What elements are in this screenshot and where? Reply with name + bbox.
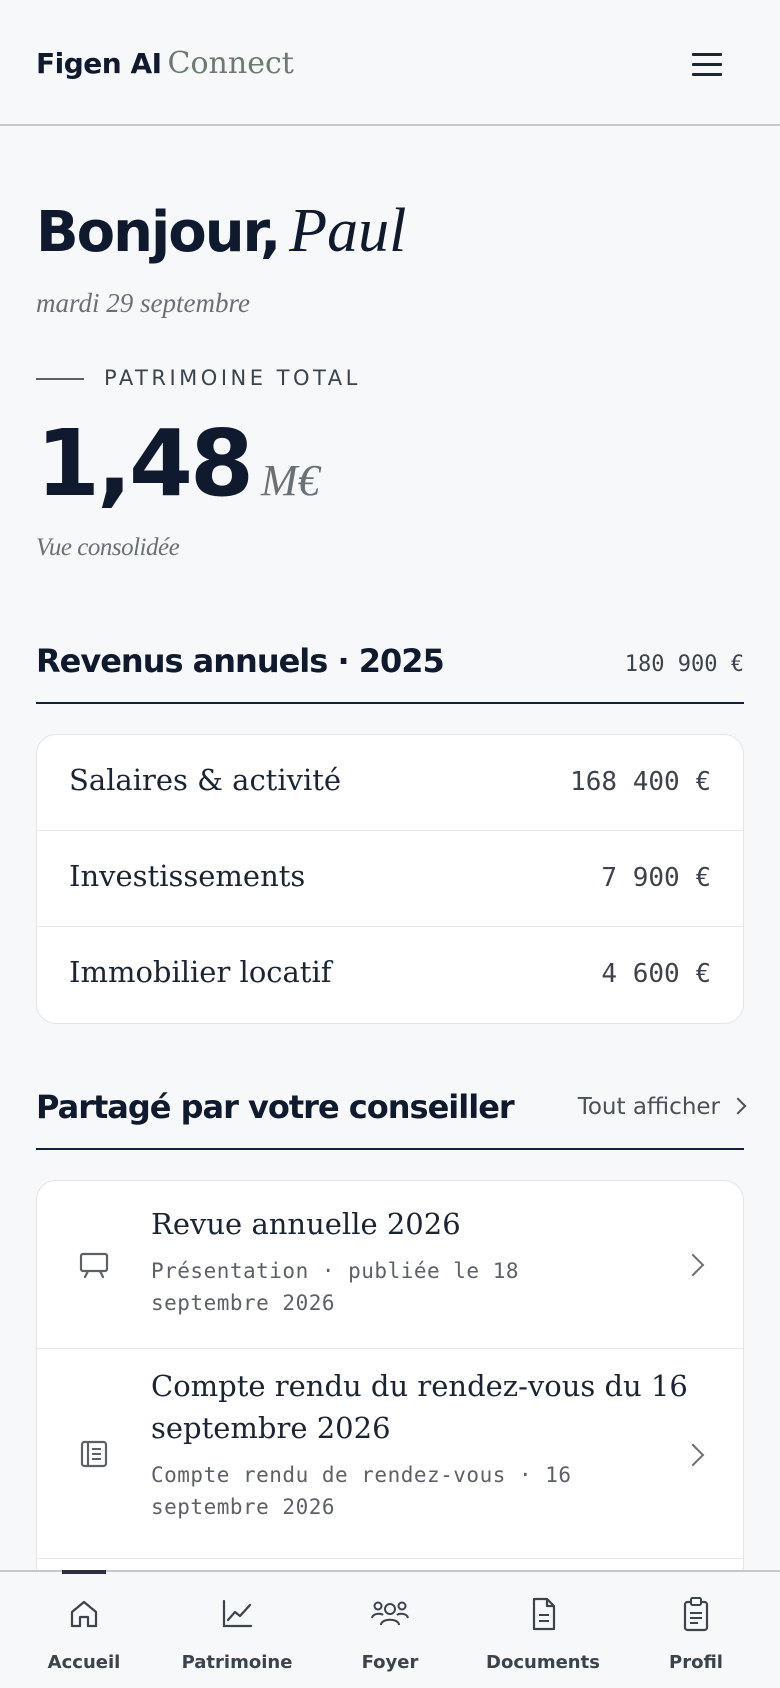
shared-section-title: Partagé par votre conseiller	[36, 1088, 515, 1126]
nav-label: Patrimoine	[181, 1652, 293, 1673]
nav-label: Profil	[669, 1652, 723, 1673]
shared-doc-meta: Compte rendu de rendez-vous · 16 septemb…	[151, 1463, 572, 1519]
income-card: Salaires & activité 168 400 € Investisse…	[36, 734, 744, 1024]
see-all-label: Tout afficher	[577, 1094, 720, 1120]
total-wealth-number: 1,48	[36, 410, 254, 517]
greeting-hello: Bonjour,	[36, 200, 281, 265]
total-wealth-unit: M€	[261, 456, 320, 505]
nav-item-profil[interactable]: Profil	[626, 1572, 766, 1688]
nav-label: Documents	[486, 1652, 600, 1673]
nav-item-patrimoine[interactable]: Patrimoine	[167, 1572, 307, 1688]
total-wealth-subtitle: Vue consolidée	[36, 534, 180, 561]
income-section-title: Revenus annuels · 2025	[36, 642, 445, 680]
chart-line-icon	[222, 1599, 253, 1628]
brand-name: Figen AI	[36, 47, 162, 80]
income-row-rental: Immobilier locatif 4 600 €	[37, 927, 743, 1023]
top-bar: Figen AI Connect	[0, 0, 780, 126]
total-wealth-value: 1,48 M€	[36, 410, 320, 517]
shared-doc-row[interactable]: Revue annuelle 2026 Présentation · publi…	[37, 1181, 743, 1349]
total-wealth-label: PATRIMOINE TOTAL	[104, 366, 361, 390]
see-all-link[interactable]: Tout afficher	[577, 1094, 747, 1120]
shared-doc-title: Revue annuelle 2026	[151, 1207, 461, 1241]
nav-item-accueil[interactable]: Accueil	[14, 1572, 154, 1688]
nav-item-foyer[interactable]: Foyer	[320, 1572, 460, 1688]
shared-doc-row[interactable]: Compte rendu du rendez-vous du 16 septem…	[37, 1349, 743, 1559]
nav-label: Foyer	[361, 1652, 419, 1673]
shared-section-header: Partagé par votre conseiller Tout affich…	[36, 1078, 747, 1150]
chevron-right-icon	[729, 1097, 747, 1115]
divider	[36, 378, 84, 380]
brand-product: Connect	[167, 46, 294, 81]
shared-documents-card: Revue annuelle 2026 Présentation · publi…	[36, 1180, 744, 1600]
income-label: Immobilier locatif	[69, 955, 332, 989]
income-value: 168 400 €	[570, 767, 711, 797]
greeting: Bonjour, Paul	[36, 196, 406, 267]
income-section-header: Revenus annuels · 2025 180 900 €	[36, 632, 744, 704]
income-value: 4 600 €	[601, 959, 711, 989]
brand-logo[interactable]: Figen AI Connect	[36, 44, 294, 84]
report-icon	[80, 1440, 108, 1468]
nav-label: Accueil	[47, 1652, 121, 1673]
document-icon	[532, 1597, 556, 1631]
clipboard-icon	[683, 1597, 709, 1632]
income-row-salaries: Salaires & activité 168 400 €	[37, 735, 743, 831]
hamburger-menu-icon[interactable]	[688, 46, 728, 82]
current-date: mardi 29 septembre	[36, 288, 250, 318]
greeting-name: Paul	[289, 197, 407, 265]
chevron-right-icon	[681, 1253, 705, 1277]
income-total: 180 900 €	[624, 652, 744, 677]
nav-item-documents[interactable]: Documents	[473, 1572, 613, 1688]
presentation-icon	[79, 1252, 109, 1279]
home-icon	[70, 1600, 98, 1628]
people-icon	[371, 1601, 409, 1626]
shared-doc-meta: Présentation · publiée le 18 septembre 2…	[151, 1259, 520, 1315]
income-label: Salaires & activité	[69, 763, 342, 797]
shared-doc-title: Compte rendu du rendez-vous du 16 septem…	[151, 1369, 688, 1445]
income-label: Investissements	[69, 859, 306, 893]
bottom-navigation: Accueil Patrimoine Foyer Documents Profi…	[0, 1570, 780, 1688]
income-value: 7 900 €	[601, 863, 711, 893]
income-row-investments: Investissements 7 900 €	[37, 831, 743, 927]
